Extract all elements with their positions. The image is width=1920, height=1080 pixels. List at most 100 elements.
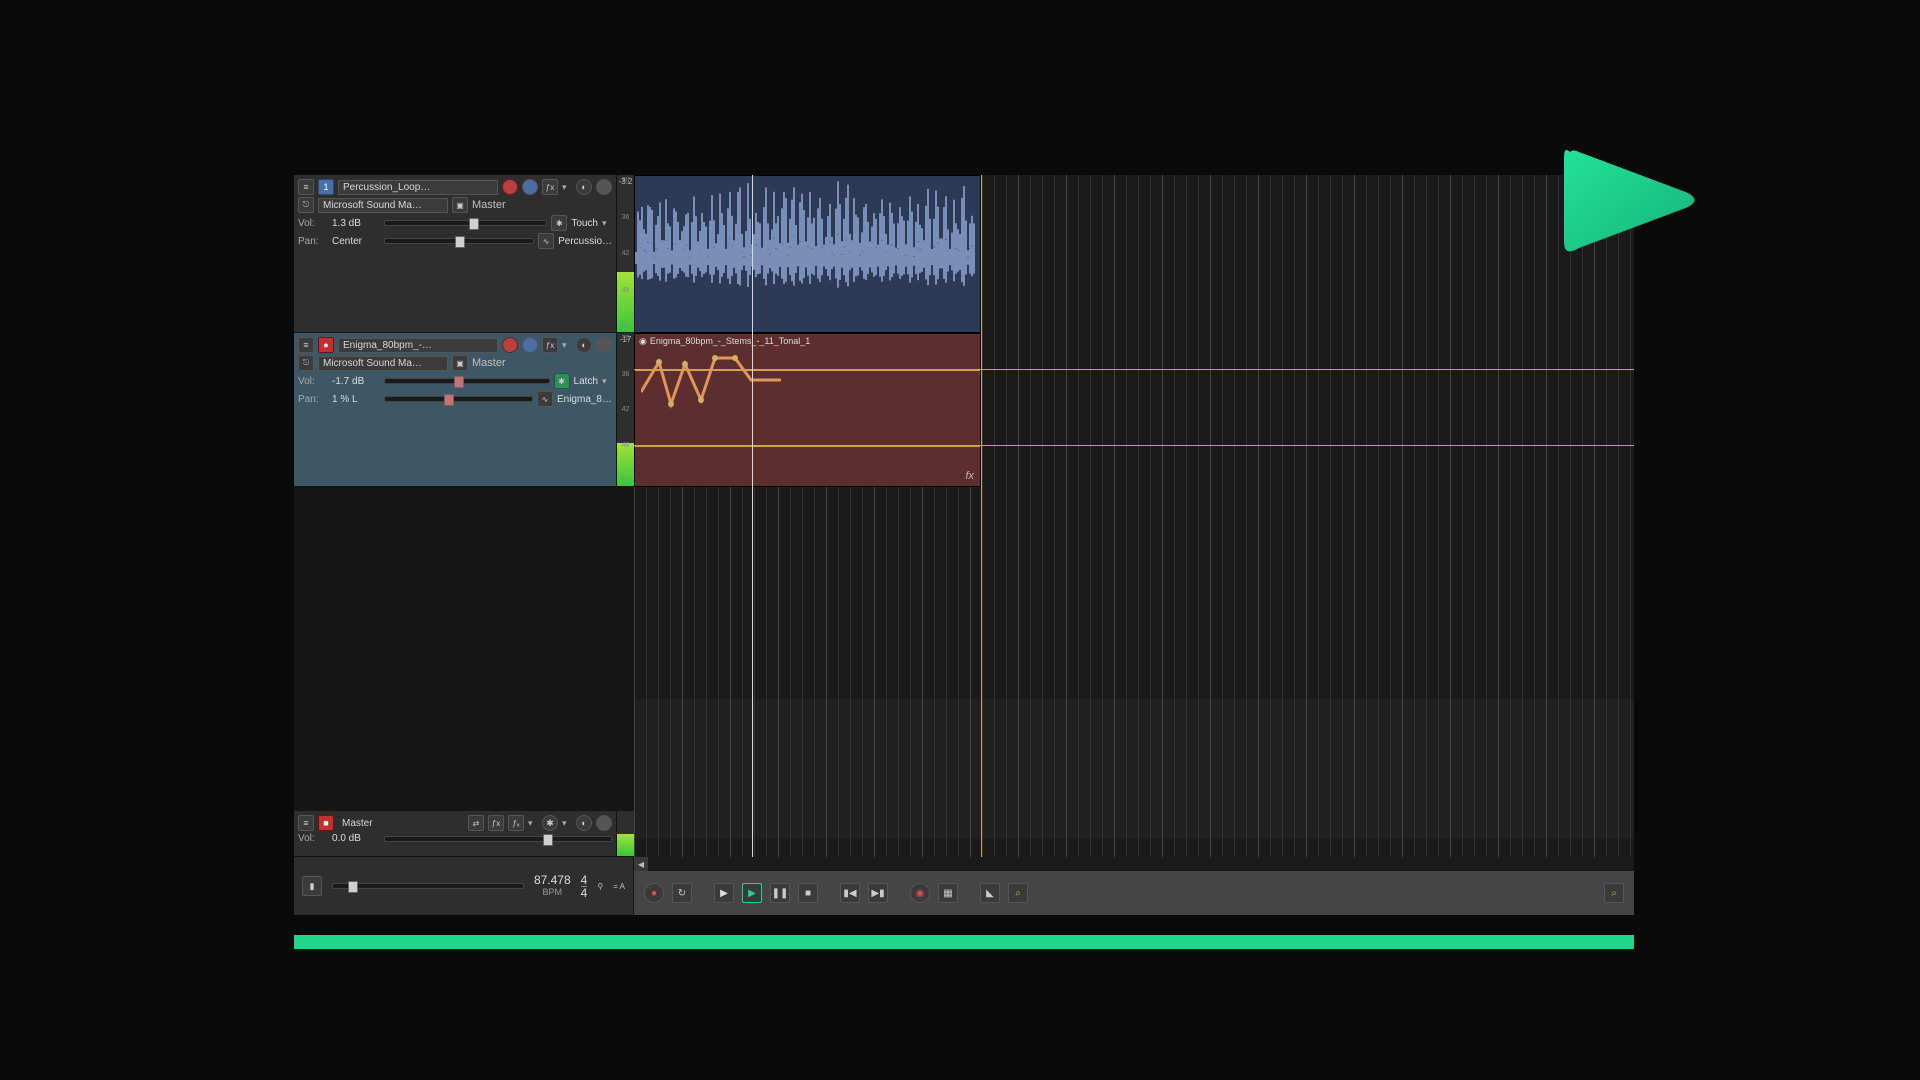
- mute-icon[interactable]: [596, 815, 612, 831]
- timesig-den[interactable]: 4: [581, 886, 588, 900]
- zoom-button[interactable]: ⌕: [1008, 883, 1028, 903]
- stop-button[interactable]: ■: [798, 883, 818, 903]
- tuning-icon[interactable]: ⚲: [597, 882, 603, 891]
- track-menu-icon[interactable]: ≡: [298, 337, 314, 353]
- volume-slider[interactable]: [384, 220, 547, 226]
- vol-label: Vol:: [298, 218, 328, 229]
- route-icon[interactable]: ⇄: [468, 815, 484, 831]
- metronome-icon[interactable]: ▮: [302, 876, 322, 896]
- mute-icon[interactable]: [596, 179, 612, 195]
- bpm-value[interactable]: 87.478: [534, 874, 571, 886]
- envelope-line[interactable]: [634, 445, 1634, 446]
- solo-icon[interactable]: [522, 337, 538, 353]
- empty-track-area[interactable]: [294, 487, 634, 811]
- master-record-icon[interactable]: ■: [318, 815, 334, 831]
- automation-mode[interactable]: Touch: [571, 218, 598, 229]
- pan-slider[interactable]: [384, 396, 533, 402]
- fx-label[interactable]: fx: [965, 470, 974, 482]
- master-lane[interactable]: [634, 699, 1634, 839]
- link-icon[interactable]: ∿: [537, 391, 553, 407]
- bus-square-icon[interactable]: ▣: [452, 355, 468, 371]
- automation-mode[interactable]: Latch: [574, 376, 598, 387]
- scroll-left-icon[interactable]: ◀: [634, 857, 648, 871]
- automation-icon[interactable]: ◐: [576, 337, 592, 353]
- automation-icon[interactable]: ◐: [576, 815, 592, 831]
- track-meter: -3.2 30 36 42 48 54: [616, 175, 634, 332]
- volume-slider[interactable]: [384, 378, 550, 384]
- grid-button[interactable]: ▦: [938, 883, 958, 903]
- automation-target[interactable]: Percussio…: [558, 236, 612, 247]
- fx-icon[interactable]: ƒx: [488, 815, 504, 831]
- record-arm-icon[interactable]: [502, 179, 518, 195]
- timeline[interactable]: ◉ Enigma_80bpm_-_Stems_-_11_Tonal_1 fx: [634, 175, 1634, 857]
- fx-icon[interactable]: ƒₓ: [508, 815, 524, 831]
- vol-value: 0.0 dB: [332, 833, 380, 844]
- automation-curve[interactable]: [641, 352, 801, 412]
- record-mode-button[interactable]: ◉: [910, 883, 930, 903]
- automation-icon[interactable]: ◐: [576, 179, 592, 195]
- fx-icon[interactable]: ƒx: [542, 179, 558, 195]
- loop-end-marker[interactable]: [981, 175, 982, 857]
- chevron-down-icon[interactable]: ▾: [528, 818, 538, 829]
- skip-start-button[interactable]: ▮◀: [840, 883, 860, 903]
- solo-icon[interactable]: [522, 179, 538, 195]
- chevron-down-icon[interactable]: ▾: [602, 376, 612, 387]
- gear-icon[interactable]: ✱: [551, 215, 567, 231]
- clip-tonal[interactable]: ◉ Enigma_80bpm_-_Stems_-_11_Tonal_1 fx: [634, 333, 981, 487]
- track-menu-icon[interactable]: ≡: [298, 815, 314, 831]
- loop-button[interactable]: ↻: [672, 883, 692, 903]
- zoom-to-fit-button[interactable]: ⌕: [1604, 883, 1624, 903]
- chevron-down-icon[interactable]: ▾: [562, 818, 572, 829]
- tempo-slider[interactable]: [332, 883, 524, 889]
- timesig-num[interactable]: 4: [581, 873, 588, 887]
- audio-device[interactable]: Microsoft Sound Ma…: [318, 198, 448, 213]
- clip-name: Enigma_80bpm_-_Stems_-_11_Tonal_1: [650, 336, 810, 346]
- snap-button[interactable]: ◣: [980, 883, 1000, 903]
- track-header-column: ≡ 1 Percussion_Loop… ƒx ▾ ◐ ⎋ Microsoft …: [294, 175, 634, 857]
- play-button[interactable]: ▶: [714, 883, 734, 903]
- chevron-down-icon[interactable]: ▾: [562, 182, 572, 193]
- envelope-line[interactable]: [634, 369, 1634, 370]
- audio-device[interactable]: Microsoft Sound Ma…: [318, 356, 448, 371]
- transport-controls: ● ↻ ▶ ▶ ❚❚ ■ ▮◀ ▶▮ ◉ ▦ ◣ ⌕ ⌕: [634, 871, 1634, 915]
- pause-button[interactable]: ❚❚: [770, 883, 790, 903]
- vol-label: Vol:: [298, 376, 328, 387]
- gear-icon[interactable]: ✱: [554, 373, 570, 389]
- daw-editor: ≡ 1 Percussion_Loop… ƒx ▾ ◐ ⎋ Microsoft …: [294, 175, 1634, 915]
- record-button[interactable]: ●: [644, 883, 664, 903]
- track-number[interactable]: 1: [318, 179, 334, 195]
- chevron-down-icon[interactable]: ▾: [602, 218, 612, 229]
- fx-icon[interactable]: ƒx: [542, 337, 558, 353]
- skip-end-button[interactable]: ▶▮: [868, 883, 888, 903]
- vol-value: -1.7 dB: [332, 376, 380, 387]
- bus-label[interactable]: Master: [472, 199, 506, 211]
- io-icon[interactable]: ⎋: [298, 355, 314, 371]
- track-menu-icon[interactable]: ≡: [298, 179, 314, 195]
- automation-target[interactable]: Enigma_8…: [557, 394, 612, 405]
- track-name[interactable]: Percussion_Loop…: [338, 180, 498, 195]
- master-volume-slider[interactable]: [384, 836, 612, 842]
- record-arm-icon[interactable]: ●: [318, 337, 334, 353]
- link-icon[interactable]: ∿: [538, 233, 554, 249]
- track-header-1: ≡ 1 Percussion_Loop… ƒx ▾ ◐ ⎋ Microsoft …: [294, 175, 634, 333]
- pan-label: Pan:: [298, 394, 328, 405]
- mute-icon[interactable]: [596, 337, 612, 353]
- play-from-cursor-button[interactable]: ▶: [742, 883, 762, 903]
- pan-slider[interactable]: [384, 238, 534, 244]
- playhead[interactable]: [752, 175, 753, 857]
- record-arm-icon[interactable]: [502, 337, 518, 353]
- bottom-bar: ▮ 87.478 BPM 4 4 ⚲ = A ◀ ● ↻ ▶ ▶: [294, 857, 1634, 915]
- gear-icon[interactable]: ✱: [542, 815, 558, 831]
- pan-value: Center: [332, 236, 380, 247]
- timeline-scrollbar[interactable]: ◀: [634, 857, 1634, 871]
- master-track-header: ≡ ■ Master ⇄ ƒx ƒₓ ▾ ✱ ▾ ◐ Vol: 0: [294, 811, 634, 857]
- mode-label[interactable]: = A: [613, 882, 625, 891]
- clip-percussion[interactable]: [634, 175, 981, 333]
- pan-value: 1 % L: [332, 394, 380, 405]
- master-name[interactable]: Master: [338, 817, 464, 830]
- bus-square-icon[interactable]: ▣: [452, 197, 468, 213]
- chevron-down-icon[interactable]: ▾: [562, 340, 572, 351]
- io-icon[interactable]: ⎋: [298, 197, 314, 213]
- bus-label[interactable]: Master: [472, 357, 506, 369]
- track-name[interactable]: Enigma_80bpm_-…: [338, 338, 498, 353]
